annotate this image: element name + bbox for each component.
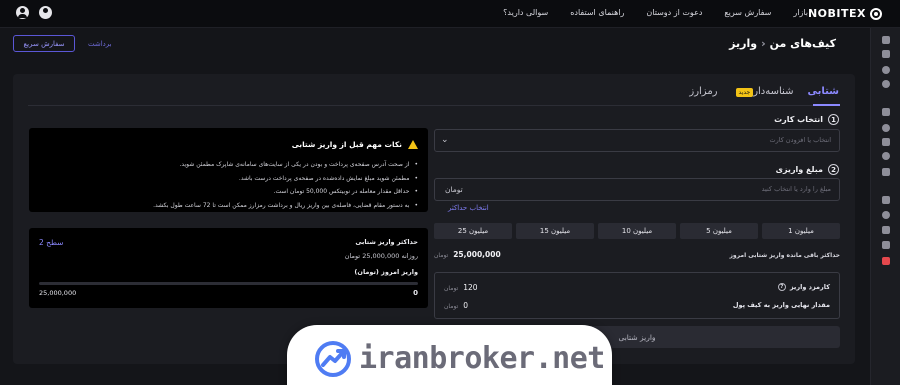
step-number: 2: [828, 164, 839, 175]
tab-active-indicator: [813, 104, 840, 106]
logo-icon: [870, 7, 882, 20]
tab-id-deposit[interactable]: شناسه‌دارجدید: [732, 86, 794, 97]
top-icons: [16, 6, 52, 19]
amount-input[interactable]: مبلغ را وارد یا انتخاب کنید تومان: [434, 178, 840, 201]
watermark: iranbroker.net: [287, 325, 612, 385]
grid-icon[interactable]: [882, 50, 890, 58]
chip-1m[interactable]: 1 میلیون: [762, 223, 840, 239]
important-notes: نکات مهم قبل از واریز شتابی از صحت آدرس …: [29, 128, 428, 212]
amount-placeholder: مبلغ را وارد یا انتخاب کنید: [761, 185, 831, 193]
nav-item-quick-order[interactable]: سفارش سریع: [724, 8, 771, 17]
notes-title: نکات مهم قبل از واریز شتابی: [291, 140, 402, 149]
limit-max-value: 25,000,000: [39, 289, 77, 297]
warning-icon: [408, 140, 418, 149]
nav-item-guide[interactable]: راهنمای استفاده: [570, 8, 624, 17]
settings-icon[interactable]: [882, 241, 890, 249]
fee-label: کارمزد واریز: [789, 283, 830, 291]
final-value-row: تومان 0: [444, 301, 468, 310]
sidebar-rail: [870, 28, 900, 385]
daily-progress-bar: [39, 282, 418, 285]
limits-title: حداکثر واریز شتابی: [355, 238, 418, 246]
tab-divider: [28, 105, 840, 106]
fee-value-row: تومان 120: [444, 283, 478, 292]
tab-instant[interactable]: شتابی: [807, 86, 839, 97]
final-value: 0: [463, 301, 468, 310]
nav-item-market[interactable]: بازار: [793, 8, 808, 17]
nav-item-faq[interactable]: سوالی دارید؟: [503, 8, 548, 17]
list-item: به دستور مقام قضایی، فاصله‌ی بین واریز ر…: [153, 199, 418, 213]
orders-icon[interactable]: [882, 108, 890, 116]
deposit-tabs: شتابی شناسه‌دارجدید رمزارز: [689, 86, 839, 97]
user-level[interactable]: سطح 2: [39, 238, 63, 247]
notes-header: نکات مهم قبل از واریز شتابی: [292, 140, 418, 149]
fee-value: 120: [463, 283, 478, 292]
notification-icon[interactable]: [39, 6, 52, 19]
quick-order-button[interactable]: سفارش سریع: [13, 35, 75, 52]
brand-name: NOBITEX: [807, 7, 866, 20]
profile-icon[interactable]: [882, 196, 890, 204]
mail-icon[interactable]: [882, 226, 890, 234]
daily-limit: روزانه 25,000,000 تومان: [344, 252, 418, 260]
fee-box: کارمزد واریز ? تومان 120 مقدار نهایی وار…: [434, 272, 840, 319]
step-number: 1: [828, 114, 839, 125]
amount-label: مبلغ واریزی: [775, 165, 823, 174]
select-max-link[interactable]: انتخاب حداکثر: [448, 204, 489, 212]
page-title: واریز: [729, 37, 758, 50]
card-label: انتخاب کارت: [774, 115, 823, 124]
nav-item-invite[interactable]: دعوت از دوستان: [646, 8, 702, 17]
security-icon[interactable]: [882, 211, 890, 219]
notes-list: از صحت آدرس صفحه‌ی پرداخت و بودن در یکی …: [153, 158, 418, 212]
list-item: حداقل مقدار معامله در نوبیتکس 50,000 توم…: [153, 185, 418, 199]
max-remaining-unit: تومان: [434, 252, 449, 259]
list-item: مطمئن شوید مبلغ نمایش داده‌شده در صفحه‌ی…: [153, 172, 418, 186]
fee-label-row: کارمزد واریز ?: [777, 283, 830, 291]
max-remaining-label: حداکثر باقی مانده واریز شتابی امروز: [729, 252, 840, 259]
breadcrumb: کیف‌های من › واریز: [729, 37, 836, 50]
today-label: واریز امروز (تومان): [354, 268, 418, 276]
final-unit: تومان: [444, 303, 459, 310]
new-badge: جدید: [735, 88, 754, 97]
deposit-panel: شتابی شناسه‌دارجدید رمزارز 1 انتخاب کارت…: [13, 74, 855, 364]
card-placeholder: انتخاب یا افزودن کارت: [769, 136, 832, 144]
main-nav: بازار سفارش سریع دعوت از دوستان راهنمای …: [503, 8, 808, 17]
top-navbar: NOBITEX بازار سفارش سریع دعوت از دوستان …: [0, 0, 900, 28]
max-remaining-value: 25,000,000: [453, 250, 501, 259]
chip-15m[interactable]: 15 میلیون: [516, 223, 594, 239]
amount-chips: 1 میلیون 5 میلیون 10 میلیون 15 میلیون 25…: [434, 223, 840, 239]
user-profile-icon[interactable]: [16, 6, 29, 19]
gift-icon[interactable]: [882, 152, 890, 160]
final-label: مقدار نهایی واریز به کیف پول: [732, 301, 830, 309]
logout-icon[interactable]: [882, 257, 890, 265]
iranbroker-logo-icon: [315, 341, 351, 377]
chip-5m[interactable]: 5 میلیون: [680, 223, 758, 239]
chip-10m[interactable]: 10 میلیون: [598, 223, 676, 239]
amount-unit: تومان: [445, 185, 463, 194]
limit-min-value: 0: [413, 289, 418, 297]
final-label-row: مقدار نهایی واریز به کیف پول: [733, 301, 830, 309]
calendar-icon[interactable]: [882, 168, 890, 176]
amount-step-label: 2 مبلغ واریزی: [776, 164, 839, 175]
transfer-icon[interactable]: [882, 138, 890, 146]
watermark-text: iranbroker.net: [359, 341, 605, 376]
fee-unit: تومان: [444, 285, 459, 292]
info-icon[interactable]: ?: [777, 283, 786, 291]
max-remaining-row: حداکثر باقی مانده واریز شتابی امروز توما…: [434, 250, 840, 262]
deposit-limits: حداکثر واریز شتابی روزانه 25,000,000 توم…: [29, 228, 428, 308]
tab-id-label: شناسه‌دار: [753, 86, 794, 97]
chip-25m[interactable]: 25 میلیون: [434, 223, 512, 239]
list-item: از صحت آدرس صفحه‌ی پرداخت و بودن در یکی …: [153, 158, 418, 172]
wallet-icon[interactable]: [882, 66, 890, 74]
exchange-icon[interactable]: [882, 80, 890, 88]
card-select[interactable]: انتخاب یا افزودن کارت ⌄: [434, 129, 840, 152]
breadcrumb-wallets[interactable]: کیف‌های من: [770, 37, 836, 50]
dashboard-icon[interactable]: [882, 36, 890, 44]
chevron-down-icon: ⌄: [441, 135, 449, 145]
nobitex-logo[interactable]: NOBITEX: [808, 7, 882, 20]
history-icon[interactable]: [882, 124, 890, 132]
withdraw-link[interactable]: برداشت: [88, 40, 112, 48]
page-header: کیف‌های من › واریز: [0, 28, 870, 62]
tab-crypto[interactable]: رمزارز: [689, 86, 717, 97]
breadcrumb-chevron-icon: ›: [761, 37, 766, 50]
card-step-label: 1 انتخاب کارت: [774, 114, 839, 125]
